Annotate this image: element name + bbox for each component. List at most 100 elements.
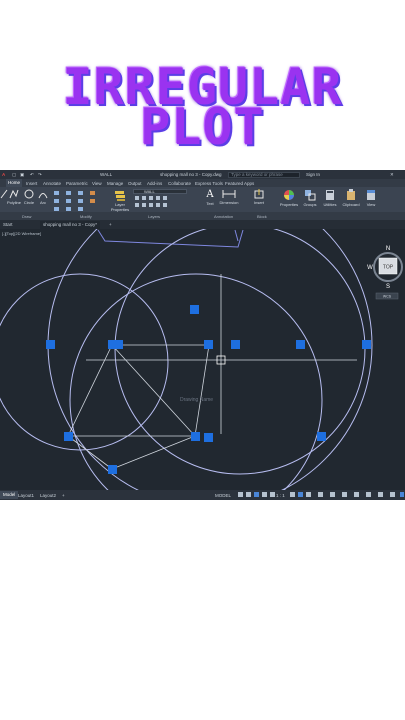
view-button[interactable]: View <box>363 189 379 207</box>
tab-add-ins[interactable]: Add-ins <box>147 181 162 186</box>
circle-left <box>0 273 169 451</box>
groups-button[interactable]: Groups <box>301 189 319 207</box>
add-layout-icon[interactable]: + <box>62 493 65 498</box>
panel-annotation[interactable]: Annotation <box>214 214 233 219</box>
quick-access-toolbar: A ▢ ▣ ↶ ↷ WALL shopping mall no 3 - Copy… <box>0 170 405 179</box>
viewcube-south[interactable]: S <box>386 284 390 290</box>
tab-drawing[interactable]: shopping mall no 3 - Copy* <box>40 221 101 229</box>
signin-link[interactable]: Sign In <box>306 172 320 177</box>
properties-button[interactable]: Properties <box>278 189 300 207</box>
text-tool[interactable]: A Text <box>204 189 216 206</box>
status-bar: Model Layout1 Layout2 + MODEL 1 : 1 <box>0 490 405 500</box>
drawing-canvas[interactable]: Drawing Name TOP N S W WCS <box>0 229 405 490</box>
grip <box>114 340 123 349</box>
modify-icons <box>54 191 95 211</box>
circle-center <box>116 237 368 489</box>
circle-tool[interactable]: Circle <box>23 189 35 205</box>
arc-tool[interactable]: Arc <box>38 189 48 205</box>
close-icon[interactable]: ✕ <box>390 172 394 178</box>
view-label: View <box>366 202 376 207</box>
app-logo-icon[interactable]: A <box>2 172 5 177</box>
search-input[interactable]: Type a keyword or phrase <box>228 171 300 178</box>
grip <box>108 465 117 474</box>
layer-properties-button[interactable]: Layer Properties <box>110 189 130 212</box>
tab-layout1[interactable]: Layout1 <box>18 493 34 498</box>
tab-express-tools[interactable]: Express Tools <box>195 181 223 186</box>
wcs-menu[interactable]: WCS <box>383 295 392 299</box>
modify-tools[interactable] <box>52 190 100 214</box>
clipboard-label: Clipboard <box>342 202 360 207</box>
utilities-button[interactable]: Utilities <box>320 189 340 207</box>
grip <box>204 340 213 349</box>
status-tool-icons[interactable] <box>290 492 404 498</box>
clipboard-icon <box>347 189 355 200</box>
line-diag-3 <box>194 344 210 437</box>
redo-icon[interactable]: ↷ <box>38 172 42 178</box>
grip <box>296 340 305 349</box>
dimension-tool[interactable]: Dimension <box>218 189 240 205</box>
grip <box>317 432 326 441</box>
viewcube[interactable]: TOP N S W WCS <box>367 246 403 300</box>
tab-annotate[interactable]: Annotate <box>43 181 61 186</box>
line-lower <box>67 435 113 470</box>
insert-tool[interactable]: Insert <box>252 189 266 205</box>
polyline-icon <box>9 189 19 199</box>
tab-model[interactable]: Model <box>0 491 19 499</box>
line-lower-2 <box>111 435 196 470</box>
arc-label: Arc <box>40 200 46 205</box>
tab-view[interactable]: View <box>92 181 102 186</box>
new-tab-icon[interactable]: + <box>106 221 115 229</box>
cad-application-window: A ▢ ▣ ↶ ↷ WALL shopping mall no 3 - Copy… <box>0 170 405 500</box>
ribbon-panel-labels: Draw Modify Layers Annotation Block <box>0 212 405 220</box>
circle-right <box>114 229 366 475</box>
annotation-scale[interactable]: 1 : 1 <box>276 493 285 498</box>
save-icon[interactable]: ▣ <box>20 172 24 178</box>
canvas-text: Drawing Name <box>180 397 213 403</box>
file-title: shopping mall no 3 - Copy.dwg <box>160 172 222 177</box>
layer-dropdown[interactable]: WALL <box>133 189 193 211</box>
panel-block[interactable]: Block <box>257 214 267 219</box>
grip <box>64 432 73 441</box>
panel-modify[interactable]: Modify <box>80 214 92 219</box>
arc-icon <box>38 193 48 199</box>
viewcube-top-label[interactable]: TOP <box>383 265 394 271</box>
insert-label: Insert <box>253 200 264 205</box>
title-line-2: PLOT <box>140 98 265 156</box>
line-diag-1 <box>67 344 113 437</box>
panel-layers[interactable]: Layers <box>148 214 160 219</box>
tab-output[interactable]: Output <box>128 181 142 186</box>
tab-start[interactable]: Start <box>0 221 16 229</box>
tab-manage[interactable]: Manage <box>107 181 123 186</box>
undo-icon[interactable]: ↶ <box>30 172 34 178</box>
viewcube-north[interactable]: N <box>386 246 390 252</box>
viewcube-west[interactable]: W <box>367 265 373 271</box>
qat-layer-select[interactable]: WALL <box>100 172 112 177</box>
dimension-icon <box>222 190 236 198</box>
clipboard-button[interactable]: Clipboard <box>340 189 362 207</box>
text-label: Text <box>206 201 214 206</box>
dimension-label: Dimension <box>219 200 239 205</box>
properties-label: Properties <box>279 202 299 207</box>
layer-state-icons <box>135 196 167 207</box>
tab-insert[interactable]: Insert <box>26 181 37 186</box>
grip <box>190 305 199 314</box>
tab-featured-apps[interactable]: Featured Apps <box>225 181 254 186</box>
snap-toggle-icons[interactable] <box>238 492 278 498</box>
polyline-tool[interactable]: Polyline <box>7 189 21 205</box>
grip <box>46 340 55 349</box>
calculator-icon <box>326 190 334 200</box>
grip <box>191 432 200 441</box>
tab-layout2[interactable]: Layout2 <box>40 493 56 498</box>
color-wheel-icon <box>284 190 294 200</box>
tab-parametric[interactable]: Parametric <box>66 181 88 186</box>
tab-collaborate[interactable]: Collaborate <box>168 181 191 186</box>
grip <box>204 433 213 442</box>
groups-label: Groups <box>303 202 317 207</box>
panel-draw[interactable]: Draw <box>22 214 31 219</box>
insert-block-icon <box>254 189 264 199</box>
open-icon[interactable]: ▢ <box>12 172 16 178</box>
groups-icon <box>305 190 316 201</box>
layers-icon <box>115 191 125 201</box>
tab-home[interactable]: Home <box>6 179 23 187</box>
model-space-label[interactable]: MODEL <box>215 493 231 498</box>
